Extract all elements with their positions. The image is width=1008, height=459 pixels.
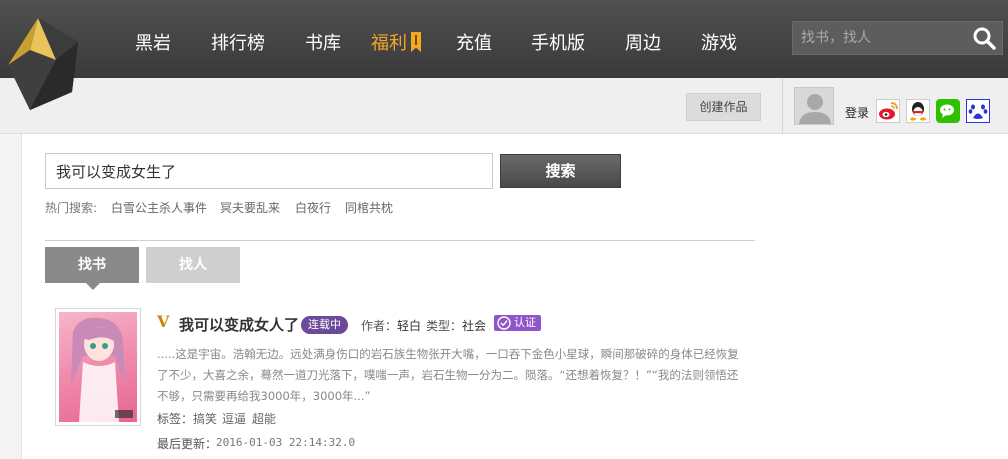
baidu-icon[interactable]	[966, 99, 990, 123]
nav-item-heiyan[interactable]: 黑岩	[135, 29, 171, 55]
weibo-icon[interactable]	[876, 99, 900, 123]
nav-item-merch[interactable]: 周边	[625, 29, 661, 55]
login-link[interactable]: 登录	[845, 104, 869, 121]
qq-icon[interactable]	[906, 99, 930, 123]
heiyan-logo[interactable]	[0, 10, 110, 115]
hot-search-term[interactable]: 白夜行	[295, 199, 331, 216]
book-title-link[interactable]: 我可以变成女人了	[179, 314, 299, 335]
last-updated-label: 最后更新：	[157, 437, 218, 451]
type-name: 社会	[462, 319, 487, 333]
hot-search-term[interactable]: 冥夫要乱来	[220, 199, 280, 216]
avatar[interactable]	[794, 87, 834, 125]
nav-item-mobile[interactable]: 手机版	[531, 29, 585, 55]
user-silhouette-icon	[799, 94, 831, 124]
vip-v-icon: V	[157, 312, 170, 331]
search-button[interactable]: 搜索	[500, 154, 621, 188]
site-search-input[interactable]	[793, 22, 963, 54]
tab-find-books[interactable]: 找书	[45, 247, 139, 290]
book-cover[interactable]	[55, 308, 141, 426]
nav-item-ranking[interactable]: 排行榜	[211, 29, 265, 55]
hot-search-label: 热门搜索:	[45, 201, 98, 215]
create-work-button[interactable]: 创建作品	[686, 93, 761, 121]
nav-item-welfare[interactable]: 福利	[371, 29, 421, 55]
last-updated-value: 2016-01-03 22:14:32.0	[216, 436, 356, 449]
status-badge: 连载中	[301, 316, 348, 334]
certified-badge: 认证	[494, 315, 541, 331]
tag-link[interactable]: 搞笑	[193, 410, 217, 427]
hot-search-term[interactable]: 白雪公主杀人事件	[111, 199, 207, 216]
nav-item-games[interactable]: 游戏	[701, 29, 737, 55]
wechat-icon[interactable]	[936, 99, 960, 123]
author-name: 轻白	[397, 319, 422, 333]
book-description: .....这是宇宙。浩翰无边。远处满身伤口的岩石族生物张开大嘴，一口吞下金色小星…	[157, 347, 739, 403]
tag-link[interactable]: 超能	[252, 410, 276, 427]
divider	[45, 240, 755, 241]
author-link[interactable]: 轻白	[397, 317, 421, 334]
nav-item-library[interactable]: 书库	[305, 29, 341, 55]
book-search-input[interactable]	[45, 153, 493, 189]
tag-link[interactable]: 逗逼	[222, 410, 246, 427]
tags-label: 标签：	[157, 412, 194, 426]
type-link[interactable]: 社会	[462, 317, 486, 334]
top-nav-bar: 黑岩 排行榜 书库 福利 充值 手机版 周边 游戏	[0, 0, 1008, 78]
divider	[782, 78, 783, 134]
type-label: 类型：	[426, 319, 463, 333]
nav-item-recharge[interactable]: 充值	[456, 29, 492, 55]
hot-search-term[interactable]: 同棺共枕	[345, 199, 393, 216]
user-bar: 创建作品 登录	[0, 78, 1008, 134]
search-icon[interactable]	[972, 26, 996, 50]
certified-label: 认证	[514, 316, 536, 329]
cover-illustration	[71, 317, 133, 422]
site-search	[792, 21, 1003, 55]
nav-item-welfare-label: 福利	[371, 33, 407, 54]
certified-icon	[497, 316, 511, 330]
bookmark-icon	[411, 32, 421, 52]
author-label: 作者：	[361, 319, 398, 333]
tab-find-people[interactable]: 找人	[146, 247, 240, 283]
